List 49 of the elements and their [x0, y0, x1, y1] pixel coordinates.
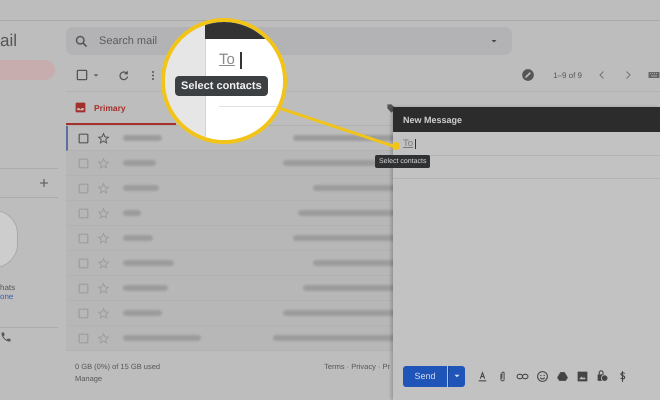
star-icon[interactable]: [97, 132, 110, 144]
keyboard-icon[interactable]: [648, 69, 660, 81]
phone-icon[interactable]: [0, 331, 12, 343]
tooltip: Select contacts: [175, 76, 268, 96]
start-chat-link[interactable]: one: [0, 292, 14, 301]
smiley-icon[interactable]: [536, 370, 549, 382]
chat-text: hats: [0, 283, 16, 292]
pagination-text: 1–9 of 9: [553, 70, 582, 80]
lock-clock-icon[interactable]: [596, 370, 609, 382]
blurred-sender: [123, 185, 159, 191]
checkbox[interactable]: [77, 282, 90, 294]
blurred-sender: [123, 210, 141, 216]
star-icon[interactable]: [97, 306, 110, 320]
compose-title: New Message: [403, 114, 462, 124]
text-format-icon[interactable]: [476, 370, 489, 382]
star-icon[interactable]: [97, 182, 110, 194]
send-button[interactable]: Send: [403, 366, 447, 386]
blurred-sender: [123, 135, 162, 141]
blurred-sender: [123, 160, 156, 166]
checkbox[interactable]: [77, 256, 90, 270]
blurred-sender: [123, 310, 162, 316]
add-icon[interactable]: [38, 177, 50, 189]
inbox-icon: [74, 101, 87, 114]
checkbox[interactable]: [77, 132, 90, 144]
blurred-sender: [123, 285, 168, 291]
star-icon[interactable]: [97, 156, 110, 170]
checkbox[interactable]: [75, 68, 89, 82]
to-link[interactable]: To: [403, 138, 414, 149]
text-cursor: [240, 52, 242, 69]
edit-icon[interactable]: [521, 68, 536, 82]
refresh-icon[interactable]: [117, 68, 130, 82]
blurred-sender: [123, 260, 174, 266]
star-icon[interactable]: [97, 282, 110, 294]
text-cursor: [415, 138, 416, 148]
checkbox[interactable]: [77, 206, 90, 220]
star-icon[interactable]: [97, 206, 110, 220]
star-icon[interactable]: [97, 332, 110, 344]
blurred-sender: [123, 235, 153, 241]
image-icon[interactable]: [576, 370, 589, 382]
checkbox[interactable]: [77, 182, 90, 194]
star-icon[interactable]: [97, 256, 110, 270]
checkbox[interactable]: [77, 332, 90, 344]
search-icon[interactable]: [74, 34, 89, 48]
logo-text: ail: [0, 31, 18, 51]
checkbox[interactable]: [77, 156, 90, 170]
checkbox[interactable]: [77, 232, 90, 244]
send-options-button[interactable]: [448, 366, 465, 386]
checkbox[interactable]: [77, 306, 90, 320]
star-icon[interactable]: [97, 232, 110, 244]
